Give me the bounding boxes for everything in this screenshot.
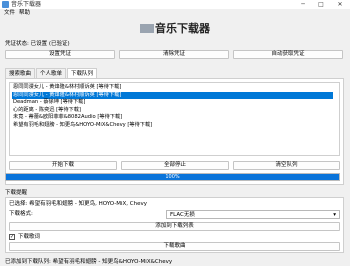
close-button[interactable]: ✕ [333, 0, 347, 9]
heading-text: 音乐下载器 [155, 22, 210, 35]
selected-song-text: 已选择: 希望有羽毛和翅膀 - 知更鸟, HOYO-MiX, Chevy [9, 201, 148, 207]
queue-item[interactable]: Deadman - 蔡徐坤 [等待下载] [12, 99, 85, 107]
download-section-label: 下载提醒 [5, 190, 28, 196]
queue-list[interactable]: 恩同同漫女儿 - 黄烽隆&林村顺诉英 [等待下载] 恩同同漫女儿 - 黄烽隆&林… [9, 82, 340, 156]
heading-logo-icon [140, 24, 154, 33]
download-progress-bar: 100% [5, 173, 340, 181]
download-settings-panel: 已选择: 希望有羽毛和翅膀 - 知更鸟, HOYO-MiX, Chevy 下载格… [5, 197, 344, 253]
format-select-value: FLAC无损 [170, 212, 195, 218]
chevron-down-icon: ▾ [333, 212, 336, 218]
credential-status: 凭证状态: 已设置 (已验证) [5, 41, 70, 47]
minimize-button[interactable]: ─ [296, 0, 310, 9]
queue-item[interactable]: 未竟 - 蒂蕾&欧阳菲菲&8082Audio [等待下载] [12, 114, 122, 122]
menu-file[interactable]: 文件 [4, 9, 15, 18]
window-title: 音乐下载器 [11, 1, 42, 8]
add-to-queue-button[interactable]: 添加到下载列表 [9, 222, 340, 231]
check-icon: ✓ [10, 234, 15, 240]
tab-playlist[interactable]: 个人歌单 [36, 68, 66, 78]
auto-credential-button[interactable]: 自动获取凭证 [233, 50, 343, 59]
clear-queue-button[interactable]: 清空队列 [233, 161, 340, 170]
tab-search[interactable]: 搜索歌曲 [5, 68, 35, 78]
clear-credential-button[interactable]: 清除凭证 [119, 50, 229, 59]
set-credential-button[interactable]: 设置凭证 [5, 50, 115, 59]
menu-help[interactable]: 帮助 [19, 9, 30, 18]
lyrics-checkbox[interactable]: ✓ [9, 234, 15, 240]
download-song-button[interactable]: 下载歌曲 [9, 242, 340, 251]
queue-item-selected[interactable]: 恩同同漫女儿 - 黄烽隆&林村顺诉英 [等待下载] [12, 91, 333, 99]
app-icon [2, 1, 9, 8]
format-label: 下载格式: [9, 211, 33, 217]
queue-item[interactable]: 恩同同漫女儿 - 黄烽隆&林村顺诉英 [等待下载] [12, 84, 121, 92]
lyrics-label: 下载歌词 [18, 234, 41, 240]
download-queue-panel: 恩同同漫女儿 - 黄烽隆&林村顺诉英 [等待下载] 恩同同漫女儿 - 黄烽隆&林… [5, 78, 344, 185]
menu-bar: 文件 帮助 [0, 9, 350, 18]
maximize-button[interactable]: □ [314, 0, 328, 9]
stop-all-button[interactable]: 全部停止 [121, 161, 229, 170]
progress-label: 100% [165, 174, 180, 180]
queue-item[interactable]: 希望有羽毛和翅膀 - 知更鸟&HOYO-MiX&Chevy [等待下载] [12, 122, 152, 130]
format-select[interactable]: FLAC无损 ▾ [166, 210, 340, 219]
queue-item[interactable]: 心的距离 - 陈奕迅 [等待下载] [12, 107, 81, 115]
app-heading: 音乐下载器 [0, 18, 350, 40]
start-download-button[interactable]: 开始下载 [9, 161, 117, 170]
status-bar: 已添加到下载队列: 希望有羽毛和翅膀 - 知更鸟&HOYO-MiX&Chevy [5, 259, 173, 265]
